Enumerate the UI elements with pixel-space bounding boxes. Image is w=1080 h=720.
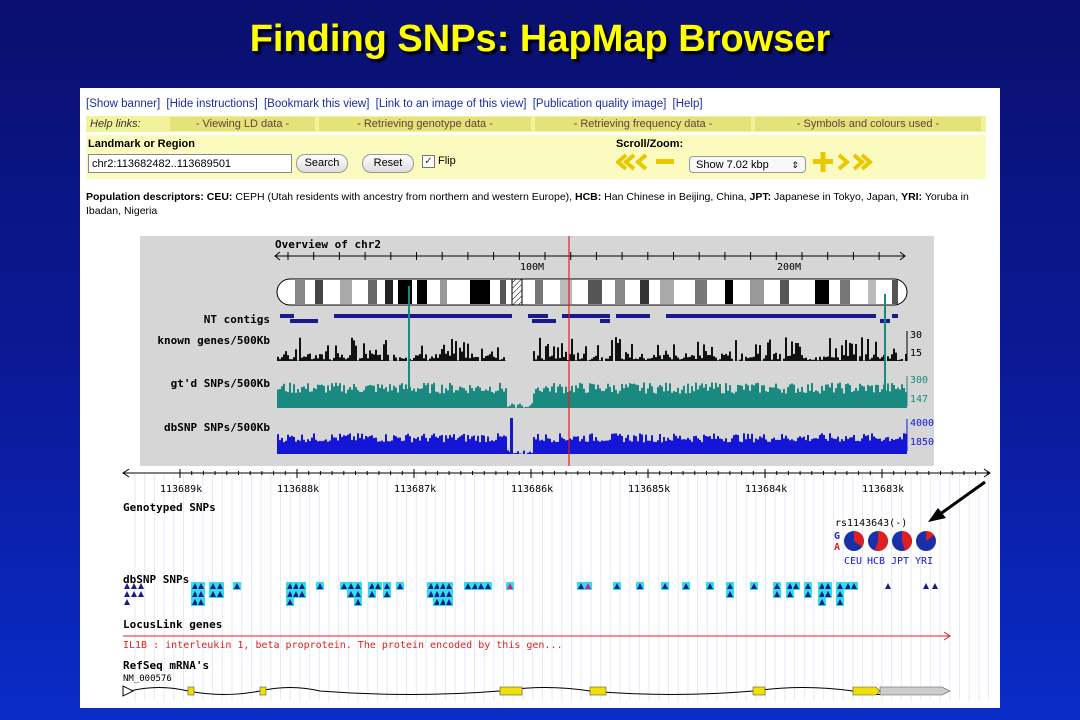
help-links-bar: Help links: - Viewing LD data - - Retrie…	[86, 116, 986, 132]
zoom-in-icon[interactable]	[813, 152, 833, 172]
detail-tick-label: 113688k	[277, 484, 319, 495]
pop-label-hcb: HCB	[867, 556, 885, 567]
chromosome-overview-panel[interactable]: Overview of chr2 100M 200M NT contigs kn…	[140, 236, 934, 466]
dbsnp-scale-mid: 1850	[910, 437, 934, 448]
gtd-scale-max: 300	[910, 375, 928, 386]
hapmap-browser-window: [Show banner] [Hide instructions] [Bookm…	[80, 88, 1000, 708]
dbsnp-scale-max: 4000	[910, 418, 934, 429]
help-link[interactable]: [Help]	[673, 98, 703, 110]
detail-view-panel[interactable]: 113689k 113688k 113687k 113686k 113685k 11368…	[120, 466, 1000, 708]
help-links-label: Help links:	[90, 118, 141, 130]
zoom-select[interactable]: Show 7.02 kbp ⇕	[689, 156, 806, 173]
zoom-select-value: Show 7.02 kbp	[696, 159, 769, 171]
detail-tick-label: 113683k	[862, 484, 904, 495]
flip-checkbox[interactable]: ✓	[422, 155, 435, 168]
gtd-snps-histogram	[277, 382, 907, 408]
detail-tick-label: 113687k	[394, 484, 436, 495]
ceu-text: CEPH (Utah residents with ancestry from …	[232, 191, 575, 203]
track-label-nt-contigs: NT contigs	[204, 313, 270, 326]
hcb-code: HCB:	[575, 191, 602, 203]
chromosome-ideogram	[276, 278, 908, 306]
help-viewing-ld[interactable]: - Viewing LD data -	[170, 117, 315, 131]
detail-tick-label: 113686k	[511, 484, 553, 495]
show-banner-link[interactable]: [Show banner]	[86, 98, 160, 110]
dbsnp-snps-label: dbSNP SNPs	[123, 573, 189, 586]
scroll-zoom-label: Scroll/Zoom:	[616, 138, 684, 150]
help-symbols-colours[interactable]: - Symbols and colours used -	[755, 117, 981, 131]
locuslink-description: IL1B : interleukin 1, beta proprotein. T…	[123, 640, 563, 651]
population-lead: Population descriptors:	[86, 191, 204, 203]
landmark-label: Landmark or Region	[88, 138, 195, 150]
detail-tick-label: 113689k	[160, 484, 202, 495]
select-arrows-icon: ⇕	[791, 160, 799, 170]
refseq-label: RefSeq mRNA's	[123, 659, 209, 672]
help-retrieving-frequency[interactable]: - Retrieving frequency data -	[535, 117, 751, 131]
scroll-left-far-icon[interactable]	[616, 153, 636, 171]
search-form: Landmark or Region Search Reset ✓ Flip S…	[86, 135, 986, 179]
genes-scale-mid: 15	[910, 348, 922, 359]
jpt-text: Japanese in Tokyo, Japan,	[771, 191, 902, 203]
population-pie-charts[interactable]	[844, 531, 936, 551]
locuslink-genes-label: LocusLink genes	[123, 618, 222, 631]
track-label-known-genes: known genes/500Kb	[157, 334, 270, 347]
hide-instructions-link[interactable]: [Hide instructions]	[166, 98, 257, 110]
allele-g: G	[834, 531, 840, 542]
overview-tick-200m: 200M	[777, 262, 801, 273]
genotyped-snps-label: Genotyped SNPs	[123, 501, 216, 514]
pop-label-yri: YRI	[915, 556, 933, 567]
ceu-code: CEU:	[206, 191, 233, 203]
publication-image-link[interactable]: [Publication quality image]	[533, 98, 667, 110]
refseq-transcript[interactable]	[122, 685, 951, 697]
population-descriptors: Population descriptors: CEU: CEPH (Utah …	[86, 190, 988, 218]
track-label-gtd-snps: gt'd SNPs/500Kb	[171, 377, 271, 390]
detail-tick-label: 113685k	[628, 484, 670, 495]
dbsnp-snp-markers[interactable]	[124, 582, 938, 606]
scroll-right-far-icon[interactable]	[852, 153, 874, 171]
search-button[interactable]: Search	[296, 154, 348, 173]
slide-title: Finding SNPs: HapMap Browser	[249, 18, 831, 60]
top-links: [Show banner] [Hide instructions] [Bookm…	[86, 98, 706, 110]
flip-label: Flip	[438, 155, 456, 167]
reset-button[interactable]: Reset	[362, 154, 414, 173]
snp-id-label: rs1143643(-)	[835, 518, 907, 529]
pop-label-ceu: CEU	[844, 556, 862, 567]
overview-tick-100m: 100M	[520, 262, 544, 273]
jpt-code: JPT:	[749, 191, 772, 203]
yri-code: YRI:	[901, 191, 923, 203]
zoom-out-icon[interactable]	[656, 159, 674, 164]
allele-a: A	[834, 542, 840, 553]
overview-title: Overview of chr2	[275, 238, 381, 251]
scroll-right-icon[interactable]	[837, 153, 851, 171]
link-to-image-link[interactable]: [Link to an image of this view]	[376, 98, 527, 110]
bookmark-link[interactable]: [Bookmark this view]	[264, 98, 369, 110]
scroll-left-icon[interactable]	[634, 153, 648, 171]
region-input[interactable]	[88, 154, 292, 173]
genes-scale-max: 30	[910, 330, 922, 341]
track-label-dbsnp: dbSNP SNPs/500Kb	[164, 421, 270, 434]
pop-label-jpt: JPT	[891, 556, 909, 567]
hcb-text: Han Chinese in Beijing, China,	[601, 191, 750, 203]
help-retrieving-genotype[interactable]: - Retrieving genotype data -	[319, 117, 531, 131]
gtd-scale-mid: 147	[910, 394, 928, 405]
detail-tick-label: 113684k	[745, 484, 787, 495]
refseq-id: NM_000576	[123, 674, 172, 684]
